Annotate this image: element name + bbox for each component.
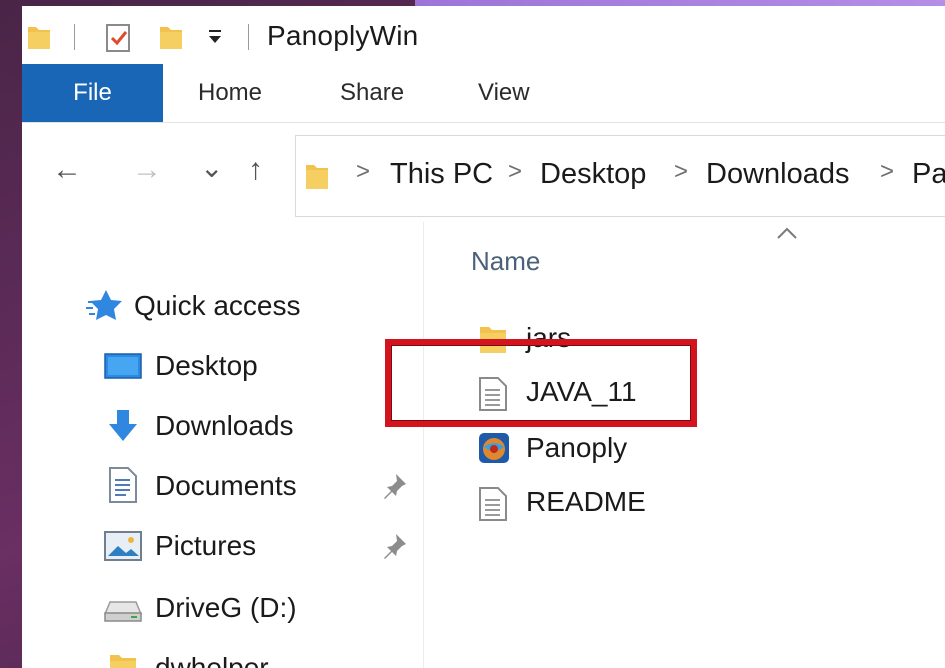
nav-item-dwhelper[interactable]: dwhelper — [22, 640, 422, 668]
file-item-label: Panoply — [526, 432, 628, 463]
nav-item-label: dwhelper — [155, 652, 269, 668]
pin-icon[interactable] — [382, 532, 408, 565]
breadcrumb-separator: > — [356, 158, 371, 185]
window-title: PanoplyWin — [267, 20, 419, 51]
customize-dropdown-icon[interactable] — [206, 28, 224, 51]
file-item-label: README — [526, 486, 646, 517]
nav-item-label: Desktop — [155, 350, 258, 381]
address-bar[interactable]: > This PC > Desktop > Downloads > Pa — [295, 135, 945, 217]
breadcrumb-this-pc[interactable]: This PC — [390, 158, 493, 191]
folder-icon[interactable] — [26, 22, 52, 57]
new-folder-icon[interactable] — [158, 22, 184, 57]
nav-item-desktop[interactable]: Desktop — [22, 338, 422, 394]
picture-icon — [104, 530, 142, 567]
back-arrow-icon[interactable]: ← — [52, 153, 82, 187]
nav-item-label: Pictures — [155, 530, 257, 561]
document-icon — [108, 466, 138, 509]
breadcrumb-separator: > — [508, 158, 523, 185]
pin-icon[interactable] — [382, 472, 408, 505]
toolbar-separator — [74, 24, 75, 50]
breadcrumb-separator: > — [674, 158, 689, 185]
nav-item-pictures[interactable]: Pictures — [22, 518, 422, 574]
file-explorer-window: PanoplyWin File Home Share View ← → ⌄ ↑ … — [22, 6, 945, 668]
nav-item-quick-access[interactable]: Quick access — [22, 278, 422, 334]
file-item-readme[interactable]: README — [478, 478, 898, 530]
title-separator — [248, 24, 249, 50]
forward-arrow-icon[interactable]: → — [132, 153, 162, 187]
tab-view[interactable]: View — [478, 64, 530, 122]
title-bar: PanoplyWin — [22, 6, 945, 64]
properties-check-icon[interactable] — [104, 22, 134, 59]
download-arrow-icon — [106, 408, 140, 449]
sort-ascending-icon — [776, 220, 798, 246]
ribbon-tabs: File Home Share View — [22, 64, 945, 123]
navigation-bar: ← → ⌄ ↑ > This PC > Desktop > Downloads … — [22, 123, 945, 221]
breadcrumb-separator: > — [880, 158, 895, 185]
recent-locations-chevron-icon[interactable]: ⌄ — [200, 151, 223, 184]
nav-item-label: Documents — [155, 470, 297, 501]
highlight-box — [385, 339, 697, 427]
navigation-pane: Quick access Desktop Downloads Documents — [22, 222, 422, 668]
desktop-icon — [104, 352, 142, 387]
folder-icon — [304, 160, 330, 197]
tab-home[interactable]: Home — [198, 64, 262, 122]
nav-item-documents[interactable]: Documents — [22, 458, 422, 514]
file-list: Name jars JAVA_11 Panoply README — [424, 222, 945, 668]
up-arrow-icon[interactable]: ↑ — [248, 153, 263, 187]
folder-icon — [108, 650, 138, 668]
nav-item-label: DriveG (D:) — [155, 592, 297, 623]
nav-item-label: Downloads — [155, 410, 294, 441]
panoply-app-icon — [478, 432, 510, 469]
nav-item-drive-d[interactable]: DriveG (D:) — [22, 580, 422, 636]
star-icon — [86, 288, 124, 327]
drive-icon — [103, 598, 143, 629]
breadcrumb-panoplywin[interactable]: Pa — [912, 158, 945, 191]
column-header-name[interactable]: Name — [471, 246, 540, 277]
nav-item-downloads[interactable]: Downloads — [22, 398, 422, 454]
file-item-panoply[interactable]: Panoply — [478, 424, 898, 476]
breadcrumb-desktop[interactable]: Desktop — [540, 158, 646, 191]
text-file-icon — [478, 486, 508, 527]
nav-item-label: Quick access — [134, 290, 301, 321]
tab-file[interactable]: File — [22, 64, 163, 122]
breadcrumb-downloads[interactable]: Downloads — [706, 158, 849, 191]
tab-share[interactable]: Share — [340, 64, 404, 122]
